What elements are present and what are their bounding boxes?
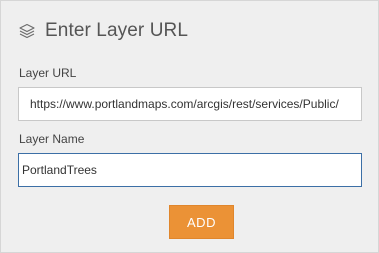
add-button[interactable]: ADD xyxy=(169,205,234,239)
enter-layer-url-panel: Enter Layer URL Layer URL Layer Name ADD xyxy=(0,0,379,253)
panel-title: Enter Layer URL xyxy=(45,20,189,41)
layer-name-label: Layer Name xyxy=(19,132,85,146)
layers-icon xyxy=(18,22,36,40)
panel-header: Enter Layer URL xyxy=(18,18,188,44)
layer-url-input[interactable] xyxy=(18,87,362,121)
layer-name-input[interactable] xyxy=(18,153,362,187)
layer-url-label: Layer URL xyxy=(19,66,77,80)
